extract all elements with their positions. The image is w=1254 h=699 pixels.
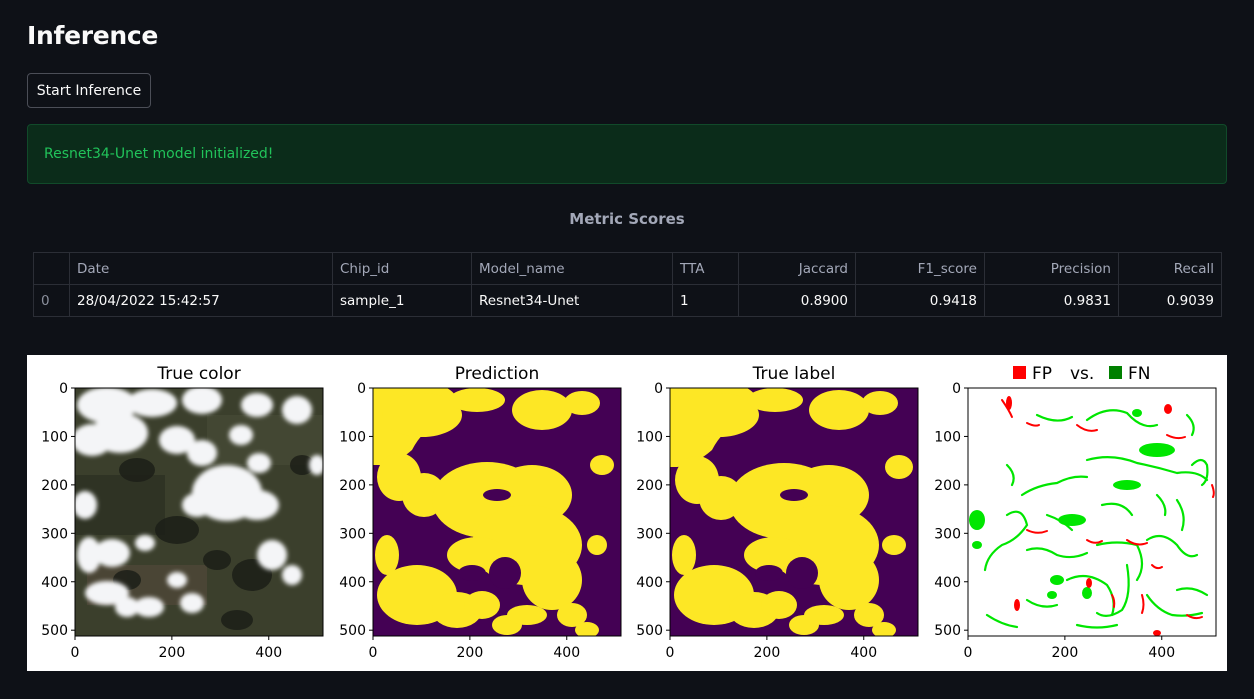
column-header-recall[interactable]: Recall [1118,252,1222,285]
cell-precision: 0.9831 [984,284,1119,317]
prediction-mask [373,388,621,636]
cell-recall: 0.9039 [1118,284,1222,317]
panel-true-color: True color [74,364,324,637]
fp-legend-label: FP [1032,364,1052,384]
y-tick-label: 500 [339,623,366,639]
true-label-mask [670,388,918,636]
cell-jaccard: 0.8900 [738,284,856,317]
y-tick-label: 300 [41,526,68,542]
success-alert: Resnet34-Unet model initialized! [27,124,1227,184]
column-header-index[interactable] [33,252,70,285]
cell-index: 0 [33,284,70,317]
fp-fn-legend: FP vs. FN [1013,364,1151,384]
x-tick-label: 400 [255,645,282,661]
column-header-f1-score[interactable]: F1_score [855,252,985,285]
y-tick-label: 300 [934,526,961,542]
y-tick-label: 100 [636,429,663,445]
y-tick-label: 200 [339,478,366,494]
y-tick-label: 200 [934,478,961,494]
y-tick-label: 0 [59,381,68,397]
x-tick-label: 400 [850,645,877,661]
fn-legend-label: FN [1128,364,1151,384]
column-header-jaccard[interactable]: Jaccard [738,252,856,285]
alert-message: Resnet34-Unet model initialized! [44,146,274,162]
true-color-image [75,388,323,636]
y-tick-label: 200 [41,478,68,494]
x-tick-label: 400 [553,645,580,661]
x-tick-label: 0 [666,645,675,661]
y-tick-label: 500 [41,623,68,639]
y-tick-label: 500 [934,623,961,639]
cell-chip-id: sample_1 [332,284,472,317]
x-tick-label: 200 [159,645,186,661]
y-tick-label: 500 [636,623,663,639]
page-title: Inference [27,21,159,50]
column-header-tta[interactable]: TTA [672,252,739,285]
x-tick-label: 200 [754,645,781,661]
x-tick-label: 200 [457,645,484,661]
y-tick-label: 100 [41,429,68,445]
panel-true-label: True label [669,364,919,637]
x-tick-label: 400 [1148,645,1175,661]
metric-scores-title: Metric Scores [569,210,685,228]
y-tick-label: 300 [339,526,366,542]
y-tick-label: 0 [952,381,961,397]
vs-legend-label: vs. [1070,364,1094,384]
x-tick-label: 200 [1052,645,1079,661]
y-tick-label: 100 [339,429,366,445]
column-header-precision[interactable]: Precision [984,252,1119,285]
y-tick-label: 300 [636,526,663,542]
inference-figure: True color Prediction True label FP vs. … [27,355,1227,671]
cell-f1-score: 0.9418 [855,284,985,317]
table-row: 0 28/04/2022 15:42:57 sample_1 Resnet34-… [33,284,1222,317]
fp-legend-swatch [1013,366,1026,379]
table-header-row: Date Chip_id Model_name TTA Jaccard F1_s… [33,252,1222,285]
panel-title-prediction: Prediction [455,364,539,384]
y-tick-label: 400 [636,575,663,591]
y-tick-label: 0 [654,381,663,397]
y-tick-label: 200 [636,478,663,494]
y-tick-label: 100 [934,429,961,445]
cell-tta: 1 [672,284,739,317]
panel-prediction: Prediction [372,364,622,637]
panel-title-true-color: True color [156,364,240,384]
column-header-model-name[interactable]: Model_name [471,252,673,285]
y-tick-label: 400 [41,575,68,591]
panel-fp-vs-fn: FP vs. FN [967,364,1217,637]
cell-model-name: Resnet34-Unet [471,284,673,317]
metric-scores-table: Date Chip_id Model_name TTA Jaccard F1_s… [33,252,1222,317]
x-tick-label: 0 [369,645,378,661]
fp-fn-map [968,388,1216,636]
y-tick-label: 400 [339,575,366,591]
panel-title-true-label: True label [752,364,836,384]
x-tick-label: 0 [71,645,80,661]
y-tick-label: 0 [357,381,366,397]
column-header-chip-id[interactable]: Chip_id [332,252,472,285]
cell-date: 28/04/2022 15:42:57 [69,284,333,317]
start-inference-button[interactable]: Start Inference [27,73,151,108]
x-tick-label: 0 [964,645,973,661]
y-tick-label: 400 [934,575,961,591]
fn-legend-swatch [1109,366,1122,379]
column-header-date[interactable]: Date [69,252,333,285]
